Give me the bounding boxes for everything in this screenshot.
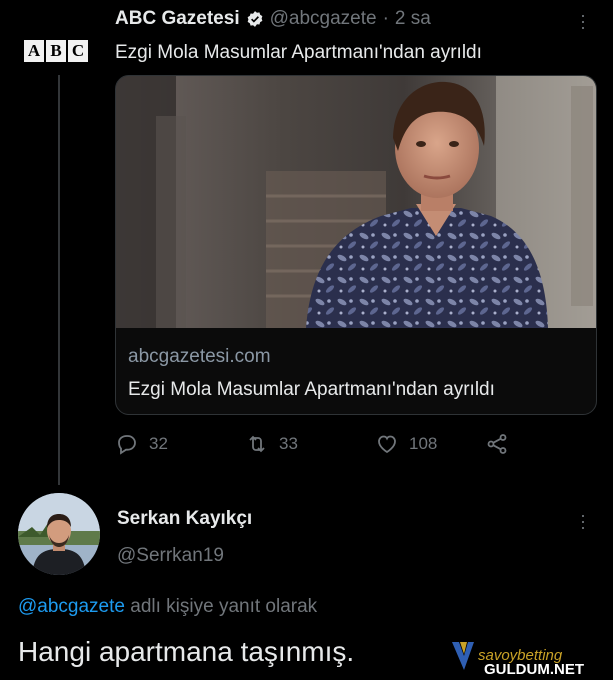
tweet-header: ABC Gazetesi @abcgazete · 2 sa (115, 8, 431, 30)
reply-target-handle[interactable]: @abcgazete (18, 596, 125, 617)
abc-logo[interactable]: A B C (24, 40, 88, 62)
logo-letter: C (68, 40, 88, 62)
handle[interactable]: @abcgazete (270, 8, 377, 30)
logo-letter: B (46, 40, 66, 62)
verified-icon (247, 11, 262, 27)
tweet-actions: 32 33 108 (115, 432, 515, 462)
like-count: 108 (409, 434, 438, 453)
more-options-icon[interactable]: · · · (580, 6, 586, 36)
reply-count: 32 (149, 434, 168, 453)
display-name[interactable]: Serkan Kayıkçı (117, 508, 252, 530)
share-action[interactable] (485, 432, 509, 456)
watermark-site: GULDUM.NET (484, 661, 584, 676)
tweet-text: Ezgi Mola Masumlar Apartmanı'ndan ayrıld… (115, 42, 482, 63)
separator: · (382, 8, 389, 29)
replying-to: @abcgazete adlı kişiye yanıt olarak (18, 596, 317, 618)
retweet-action[interactable]: 33 (245, 432, 298, 456)
more-options-icon[interactable]: · · · (580, 506, 586, 536)
heart-icon (378, 435, 396, 454)
reply-icon (118, 435, 136, 455)
card-image (116, 76, 596, 328)
like-action[interactable]: 108 (375, 432, 437, 456)
logo-letter: A (24, 40, 44, 62)
thread-line (58, 75, 60, 485)
card-domain: abcgazetesi.com (128, 346, 271, 367)
timestamp[interactable]: 2 sa (395, 8, 431, 30)
share-icon (487, 434, 507, 454)
avatar[interactable] (18, 493, 100, 575)
watermark-logo: savoybetting GULDUM.NET (452, 642, 584, 676)
link-card[interactable]: abcgazetesi.com Ezgi Mola Masumlar Apart… (115, 75, 597, 415)
reply-to-label: adlı kişiye yanıt olarak (130, 596, 318, 617)
handle[interactable]: @Serrkan19 (117, 545, 224, 567)
retweet-icon (249, 435, 265, 453)
card-title: Ezgi Mola Masumlar Apartmanı'ndan ayrıld… (128, 379, 495, 400)
tweet-text: Hangi apartmana taşınmış. (18, 636, 355, 667)
retweet-count: 33 (279, 434, 298, 453)
reply-action[interactable]: 32 (115, 432, 168, 456)
display-name[interactable]: ABC Gazetesi (115, 8, 240, 30)
